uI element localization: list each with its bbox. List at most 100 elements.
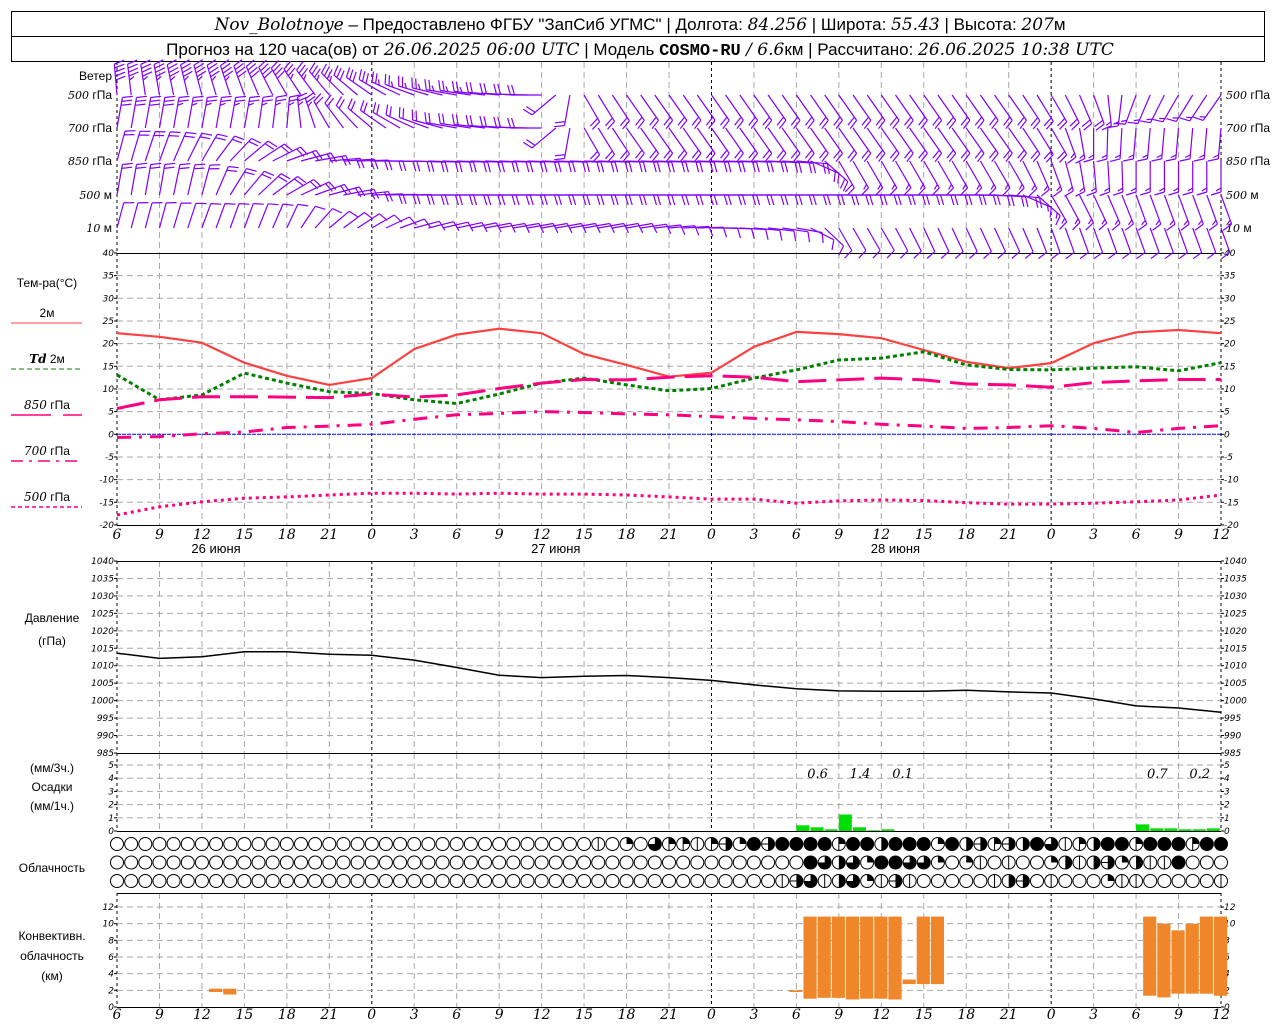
cloud-circle xyxy=(110,837,124,851)
wind-barb xyxy=(1078,94,1093,131)
wind-barb xyxy=(852,94,872,129)
precip-bar xyxy=(824,829,838,831)
cloud-fill xyxy=(874,856,888,869)
wind-level-label-right: 500 гПа xyxy=(1226,88,1270,102)
cloud-circle xyxy=(1072,874,1087,888)
cloud-circle xyxy=(251,837,266,851)
y-tick-label-left: 1005 xyxy=(91,679,114,689)
cloud-circle xyxy=(364,874,379,888)
precip-3h-total: 0.2 xyxy=(1189,767,1210,782)
wind-barb xyxy=(384,73,415,96)
cloud-cover-symbol xyxy=(930,855,945,870)
wind-barb xyxy=(113,59,126,96)
cloud-circle xyxy=(1015,855,1030,870)
cloud-circle xyxy=(548,874,563,888)
latitude-label: | Широта: xyxy=(807,15,891,34)
wind-barb xyxy=(852,127,872,162)
conv-title-1: Конвективн. xyxy=(18,929,85,943)
x-tick-label: 21 xyxy=(659,1007,678,1023)
longitude-value: 84.256 xyxy=(748,15,808,35)
cloud-cover-symbol xyxy=(619,837,634,851)
wind-barb xyxy=(193,59,207,96)
level-number: 10 xyxy=(86,222,100,235)
wind-barb xyxy=(1050,194,1068,230)
y-tick-label-left: 985 xyxy=(97,749,114,759)
cloud-cover-symbol xyxy=(421,874,436,888)
cloud-fill xyxy=(1121,856,1129,863)
cloud-circle xyxy=(1143,874,1158,888)
wind-barb xyxy=(116,95,133,129)
date-label: 28 июня xyxy=(871,541,920,556)
wind-barb xyxy=(1107,194,1121,231)
cloud-cover-symbol xyxy=(110,855,124,870)
cloud-cover-symbol xyxy=(690,874,705,888)
wind-barb xyxy=(215,165,239,196)
wind-level-label-right: 500 м xyxy=(1226,188,1259,202)
y-tick-label-left: 4 xyxy=(108,970,114,980)
y-tick-label-left: 5 xyxy=(108,408,114,418)
wind-barb xyxy=(696,127,716,162)
wind-barb xyxy=(937,94,957,129)
cloud-circle xyxy=(322,874,337,888)
cloud-cover-symbol xyxy=(605,837,620,851)
y-tick-label-left: 1000 xyxy=(91,697,114,707)
wind-barb xyxy=(1121,227,1132,260)
cloud-circle xyxy=(407,874,422,888)
y-tick-label-right: 1025 xyxy=(1224,609,1247,619)
wind-barb xyxy=(1163,227,1174,260)
wind-barb xyxy=(507,117,542,129)
cloud-cover-symbol xyxy=(619,874,634,888)
wind-barb xyxy=(626,94,645,129)
cloud-circle xyxy=(435,855,450,870)
wind-barb xyxy=(308,62,330,96)
cloud-cover-symbol xyxy=(194,837,209,851)
cloud-circle xyxy=(633,837,648,851)
cloud-cover-symbol xyxy=(930,874,945,888)
cloud-cover-symbol xyxy=(124,874,139,888)
cloud-cover-symbol xyxy=(874,837,889,851)
y-tick-label-right: 3 xyxy=(1224,787,1230,797)
cloud-cover-symbol xyxy=(152,855,167,870)
cloud-cover-symbol xyxy=(237,874,252,888)
cloud-cover-symbol xyxy=(1114,874,1129,888)
x-tick-label: 9 xyxy=(155,527,164,543)
cloud-circle xyxy=(577,837,592,851)
level-unit: гПа xyxy=(1247,154,1270,168)
wind-barb xyxy=(158,202,177,229)
cloud-cover-symbol xyxy=(746,874,761,888)
cloud-circle xyxy=(718,855,733,870)
date-label: 26 июня xyxy=(191,541,240,556)
wind-barb xyxy=(554,127,571,161)
cloud-cover-symbol xyxy=(1030,855,1044,870)
cloud-cover-symbol xyxy=(463,837,478,851)
cloud-cover-symbol xyxy=(1058,837,1073,851)
cloud-cover-symbol xyxy=(704,837,719,851)
cloud-circle xyxy=(1157,874,1172,888)
conv-cloud-bar xyxy=(1213,916,1228,996)
cloud-circle xyxy=(294,874,308,888)
conv-cloud-bar xyxy=(845,916,860,1000)
cloud-cover-symbol xyxy=(1143,874,1158,888)
model-label: | Модель xyxy=(580,40,660,59)
cloud-cover-symbol xyxy=(209,855,224,870)
x-tick-label: 0 xyxy=(707,1007,716,1023)
cloud-circle xyxy=(294,837,308,851)
cloud-cover-symbol xyxy=(1086,855,1101,870)
cloud-cover-symbol xyxy=(577,855,592,870)
cloud-circle xyxy=(520,855,535,870)
cloud-circle xyxy=(209,874,224,888)
cloud-cover-symbol xyxy=(690,855,705,870)
cloud-cover-symbol xyxy=(1157,874,1172,888)
wind-barb xyxy=(314,208,343,229)
cloud-cover-symbol xyxy=(1030,837,1044,851)
x-tick-label: 21 xyxy=(659,527,678,543)
level-number: 700 xyxy=(68,122,89,135)
wind-barb xyxy=(347,98,373,129)
cloud-cover-symbol xyxy=(548,837,563,851)
cloud-cover-symbol xyxy=(775,874,790,888)
cloud-circle xyxy=(124,837,139,851)
wind-level-label-left: 700 гПа xyxy=(68,121,112,135)
cloud-cover-symbol xyxy=(548,874,563,888)
wind-barb xyxy=(979,127,999,162)
cloud-fill xyxy=(1051,856,1058,863)
